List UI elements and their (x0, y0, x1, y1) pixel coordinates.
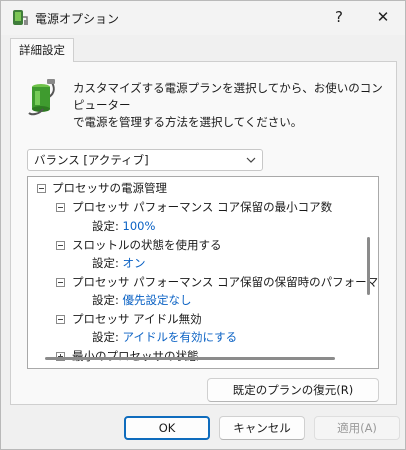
collapse-icon[interactable] (56, 203, 65, 212)
tree-node-idle-disable[interactable]: プロセッサ アイドル無効 (72, 310, 202, 328)
setting-row: 設定: オン (92, 254, 146, 272)
setting-label: 設定: (92, 330, 119, 344)
setting-value-link[interactable]: オン (123, 256, 146, 270)
vertical-scrollbar[interactable] (367, 237, 370, 295)
power-options-dialog: 電源オプション ? ✕ 詳細設定 カスタマイズする電源プランを選択してから、お使… (0, 0, 406, 450)
ok-button[interactable]: OK (124, 416, 210, 440)
setting-value-link[interactable]: 100% (123, 219, 156, 233)
description-text: カスタマイズする電源プランを選択してから、お使いのコンピューター で電源を管理す… (73, 80, 393, 131)
tree-node-processor-power[interactable]: プロセッサの電源管理 (52, 179, 167, 197)
close-button[interactable]: ✕ (361, 1, 405, 33)
collapse-icon[interactable] (37, 184, 46, 193)
settings-tree[interactable]: プロセッサの電源管理 プロセッサ パフォーマンス コア保留の最小コア数 設定: … (27, 176, 379, 369)
setting-label: 設定: (92, 293, 119, 307)
cancel-button[interactable]: キャンセル (219, 416, 305, 440)
title-bar: 電源オプション ? ✕ (1, 1, 405, 35)
help-button[interactable]: ? (317, 1, 361, 33)
collapse-icon[interactable] (56, 241, 65, 250)
setting-label: 設定: (92, 256, 119, 270)
setting-value-link[interactable]: アイドルを有効にする (123, 330, 238, 344)
tab-advanced-settings[interactable]: 詳細設定 (10, 38, 74, 62)
power-options-icon (13, 10, 28, 25)
chevron-down-icon (246, 157, 256, 163)
setting-row: 設定: アイドルを有効にする (92, 328, 237, 346)
description-line-1: カスタマイズする電源プランを選択してから、お使いのコンピューター (73, 81, 383, 112)
power-plan-select[interactable]: バランス [アクティブ] (27, 149, 263, 171)
collapse-icon[interactable] (56, 315, 65, 324)
setting-row: 設定: 優先設定なし (92, 291, 192, 309)
horizontal-scrollbar[interactable] (45, 357, 335, 360)
apply-button[interactable]: 適用(A) (314, 416, 400, 440)
setting-value-link[interactable]: 優先設定なし (123, 293, 192, 307)
tree-node-throttle-states[interactable]: スロットルの状態を使用する (72, 236, 222, 254)
setting-label: 設定: (92, 219, 119, 233)
battery-plug-icon (28, 79, 55, 116)
description-line-2: で電源を管理する方法を選択してください。 (73, 115, 303, 129)
window-title: 電源オプション (35, 12, 120, 26)
collapse-icon[interactable] (56, 278, 65, 287)
tree-node-parking-perf-state[interactable]: プロセッサ パフォーマンス コア保留の保留時のパフォーマンス状態 (72, 273, 378, 291)
tree-node-min-processor-state[interactable]: 最小のプロセッサの状態 (72, 347, 199, 365)
setting-row: 設定: 100% (92, 217, 155, 235)
restore-defaults-button[interactable]: 既定のプランの復元(R) (207, 378, 379, 402)
tree-node-min-cores[interactable]: プロセッサ パフォーマンス コア保留の最小コア数 (72, 198, 332, 216)
power-plan-select-value: バランス [アクティブ] (34, 153, 149, 167)
